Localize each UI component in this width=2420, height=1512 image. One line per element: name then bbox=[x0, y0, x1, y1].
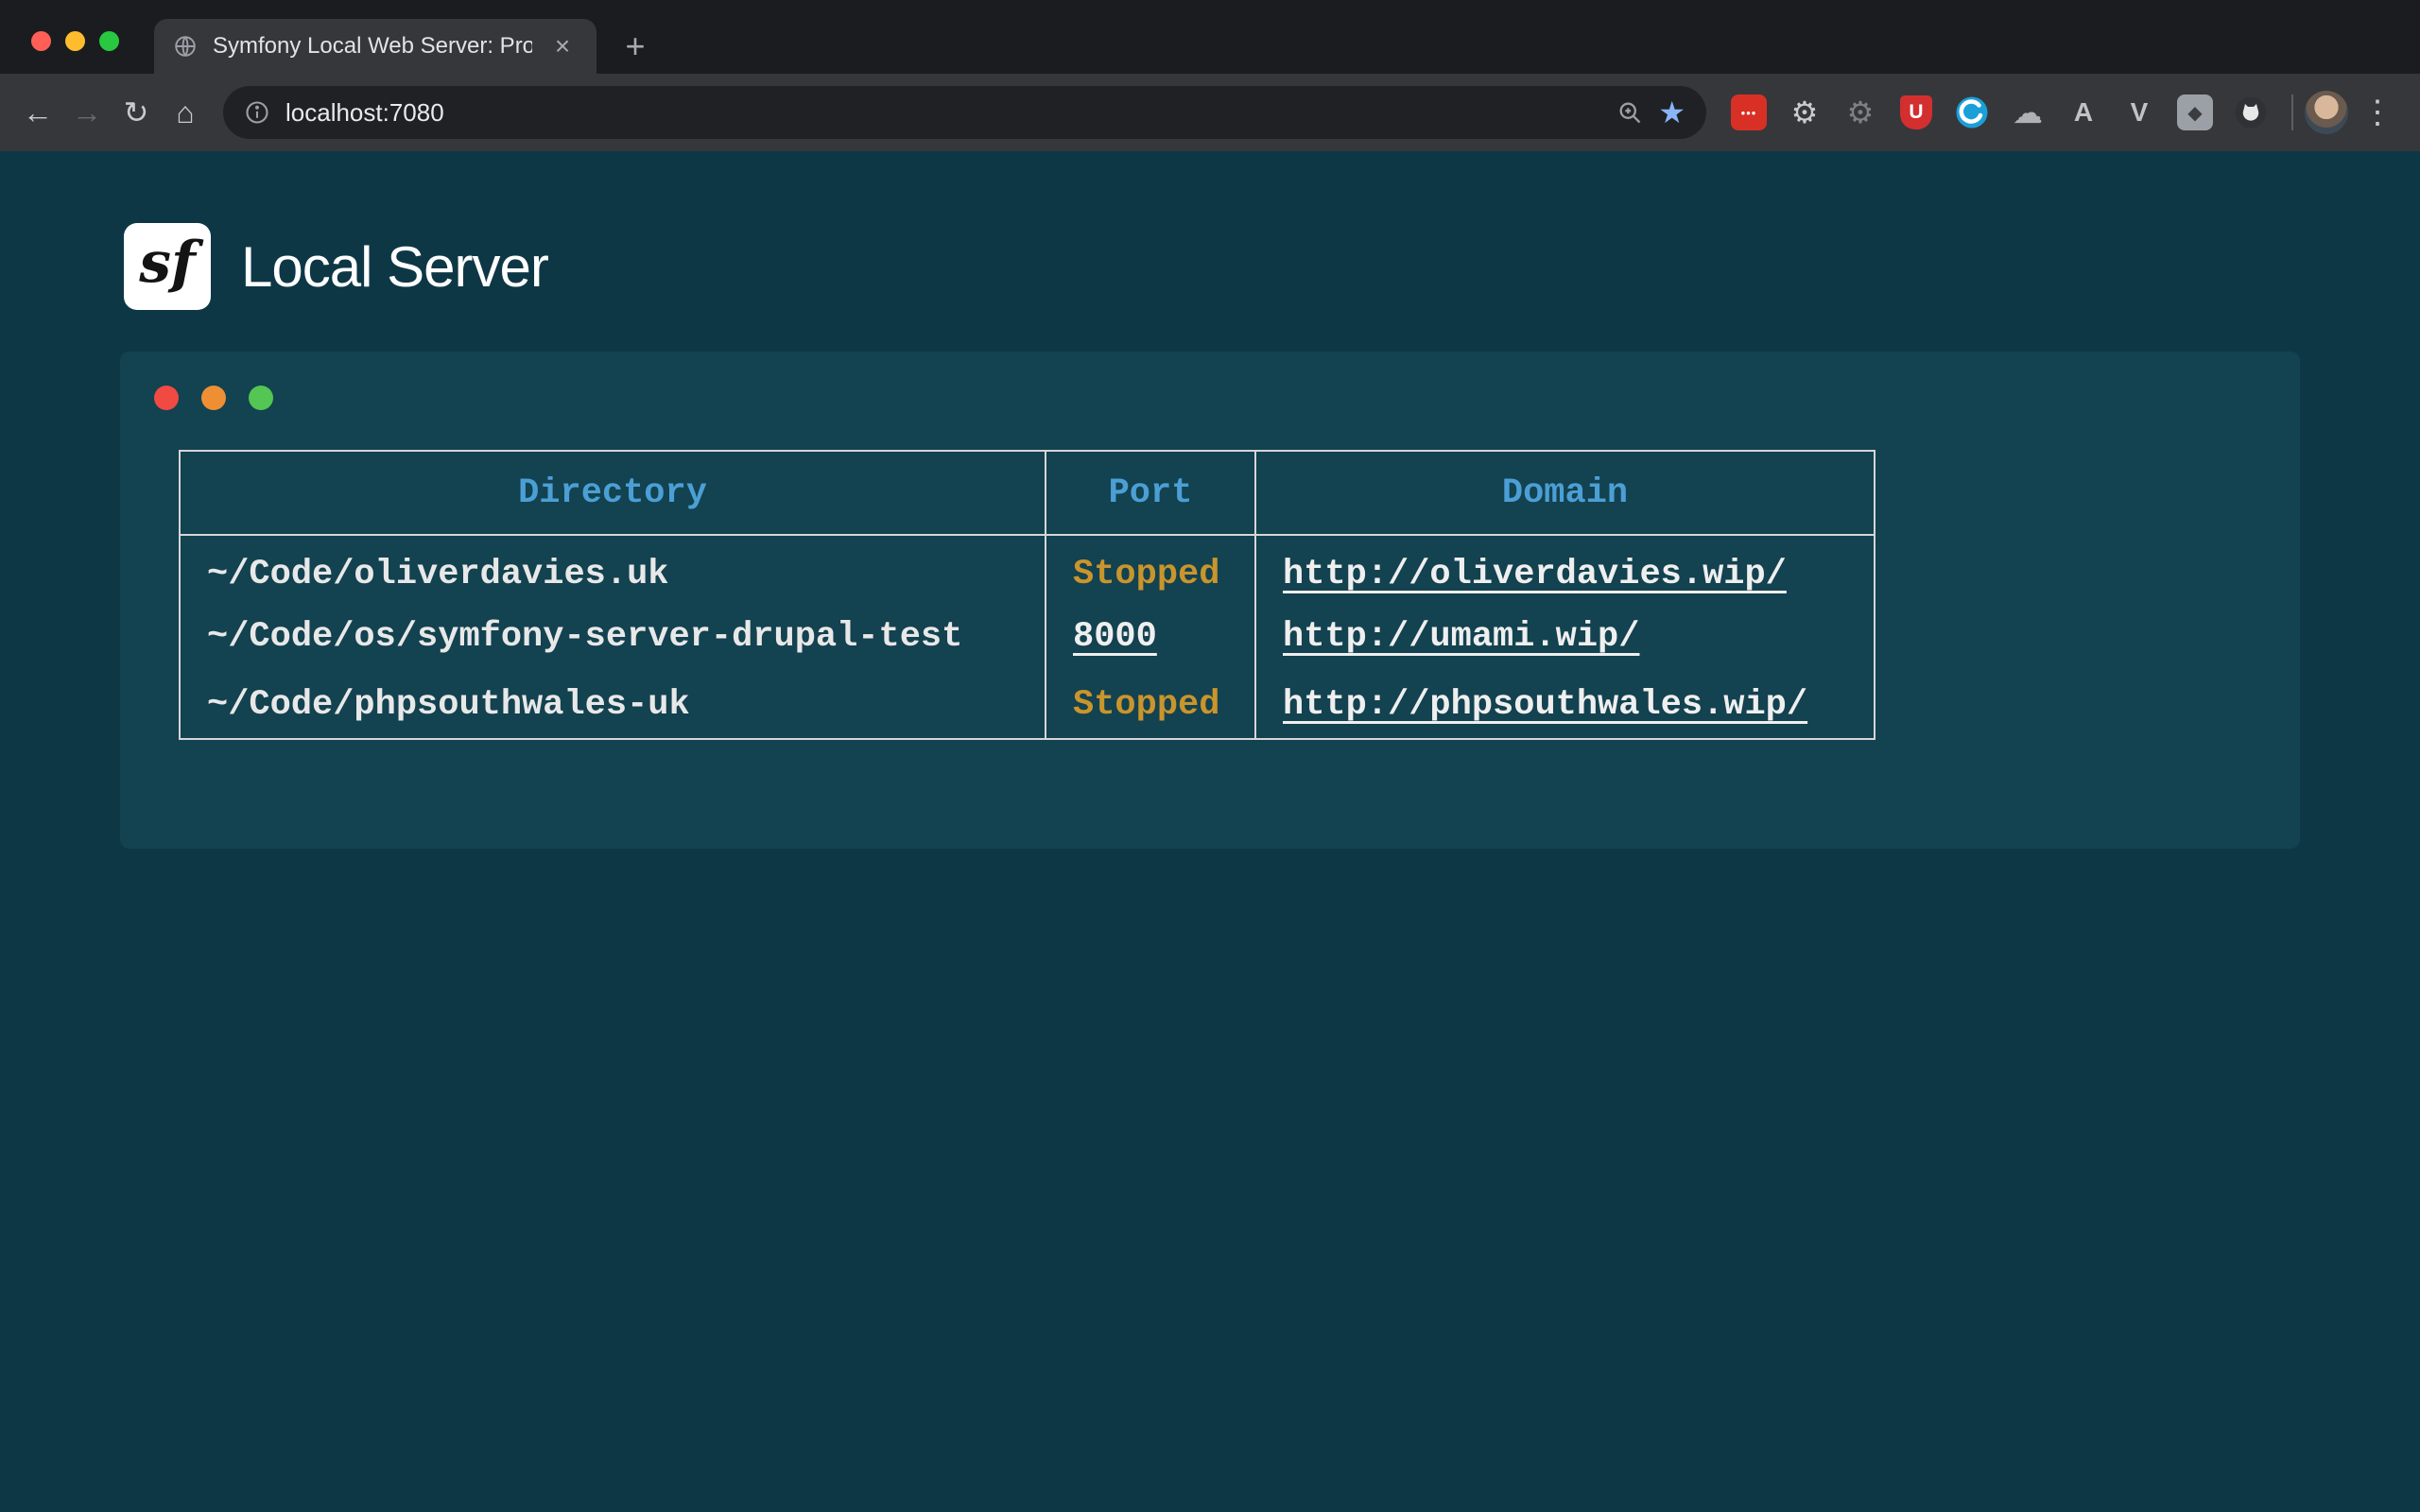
home-button[interactable]: ⌂ bbox=[161, 88, 210, 137]
header-domain: Domain bbox=[1255, 451, 1875, 535]
extension-letter-a-icon[interactable]: A bbox=[2066, 94, 2101, 130]
extension-settings-gear-icon[interactable]: ⚙ bbox=[1787, 94, 1823, 130]
table-row: ~/Code/os/symfony-server-drupal-test 800… bbox=[180, 603, 1875, 671]
window-minimize-button[interactable] bbox=[65, 31, 85, 51]
port-status-cell: 8000 bbox=[1046, 603, 1255, 671]
table-header-row: Directory Port Domain bbox=[180, 451, 1875, 535]
panel-green-dot-icon bbox=[249, 386, 273, 410]
panel-window-dots bbox=[154, 386, 2300, 410]
table-row: ~/Code/phpsouthwales-uk Stopped http://p… bbox=[180, 671, 1875, 739]
extension-cloud-icon[interactable]: ☁ bbox=[2010, 94, 2046, 130]
extension-dark-gear-icon[interactable]: ⚙ bbox=[1842, 94, 1878, 130]
domain-link[interactable]: http://umami.wip/ bbox=[1283, 617, 1639, 657]
window-close-button[interactable] bbox=[31, 31, 51, 51]
domain-link[interactable]: http://phpsouthwales.wip/ bbox=[1283, 685, 1807, 725]
address-bar[interactable]: localhost:7080 ★ bbox=[223, 86, 1706, 139]
extensions-area: ••• ⚙ ⚙ U ☁ A V ◆ bbox=[1720, 94, 2280, 130]
back-button[interactable]: ← bbox=[13, 88, 62, 137]
extension-misc-icon[interactable]: ◆ bbox=[2177, 94, 2213, 130]
panel-orange-dot-icon bbox=[201, 386, 226, 410]
port-link[interactable]: 8000 bbox=[1073, 617, 1157, 657]
server-panel: Directory Port Domain ~/Code/oliverdavie… bbox=[120, 352, 2300, 849]
browser-titlebar: Symfony Local Web Server: Prox × + bbox=[0, 0, 2420, 74]
bookmark-star-icon[interactable]: ★ bbox=[1658, 97, 1685, 128]
window-zoom-button[interactable] bbox=[99, 31, 119, 51]
profile-avatar[interactable] bbox=[2305, 91, 2348, 134]
servers-table: Directory Port Domain ~/Code/oliverdavie… bbox=[179, 450, 1876, 740]
page-header: sf Local Server bbox=[0, 151, 2420, 310]
directory-cell: ~/Code/phpsouthwales-uk bbox=[180, 671, 1046, 739]
symfony-logo-text: sf bbox=[139, 230, 196, 296]
window-controls bbox=[31, 31, 119, 51]
page-title: Local Server bbox=[241, 234, 548, 300]
tab-favicon-globe-icon bbox=[173, 34, 198, 59]
page-content: sf Local Server Directory Port Domain ~/… bbox=[0, 151, 2420, 1512]
symfony-logo: sf bbox=[124, 223, 211, 310]
panel-red-dot-icon bbox=[154, 386, 179, 410]
directory-cell: ~/Code/oliverdavies.uk bbox=[180, 535, 1046, 603]
zoom-icon[interactable] bbox=[1616, 99, 1643, 126]
domain-cell: http://umami.wip/ bbox=[1255, 603, 1875, 671]
domain-link[interactable]: http://oliverdavies.wip/ bbox=[1283, 555, 1787, 594]
extension-lastpass-icon[interactable]: ••• bbox=[1731, 94, 1767, 130]
site-info-icon[interactable] bbox=[244, 99, 270, 126]
header-directory: Directory bbox=[180, 451, 1046, 535]
toolbar-divider bbox=[2291, 94, 2293, 130]
browser-menu-icon[interactable]: ⋮ bbox=[2348, 94, 2407, 131]
directory-cell: ~/Code/os/symfony-server-drupal-test bbox=[180, 603, 1046, 671]
new-tab-button[interactable]: + bbox=[614, 25, 657, 68]
extension-ublock-icon[interactable]: U bbox=[1898, 94, 1934, 130]
port-status-cell: Stopped bbox=[1046, 671, 1255, 739]
header-port: Port bbox=[1046, 451, 1255, 535]
extension-github-octocat-icon[interactable] bbox=[2233, 94, 2269, 130]
tab-title: Symfony Local Web Server: Prox bbox=[213, 33, 532, 60]
extension-blue-circle-icon[interactable] bbox=[1954, 94, 1990, 130]
forward-button[interactable]: → bbox=[62, 88, 112, 137]
port-status-cell: Stopped bbox=[1046, 535, 1255, 603]
url-text[interactable]: localhost:7080 bbox=[285, 98, 1601, 128]
domain-cell: http://phpsouthwales.wip/ bbox=[1255, 671, 1875, 739]
reload-button[interactable]: ↻ bbox=[112, 88, 161, 137]
tab-close-icon[interactable]: × bbox=[547, 31, 578, 61]
browser-toolbar: ← → ↻ ⌂ localhost:7080 ★ ••• ⚙ ⚙ U bbox=[0, 74, 2420, 151]
browser-tab[interactable]: Symfony Local Web Server: Prox × bbox=[154, 19, 596, 74]
domain-cell: http://oliverdavies.wip/ bbox=[1255, 535, 1875, 603]
table-row: ~/Code/oliverdavies.uk Stopped http://ol… bbox=[180, 535, 1875, 603]
extension-letter-v-icon[interactable]: V bbox=[2121, 94, 2157, 130]
